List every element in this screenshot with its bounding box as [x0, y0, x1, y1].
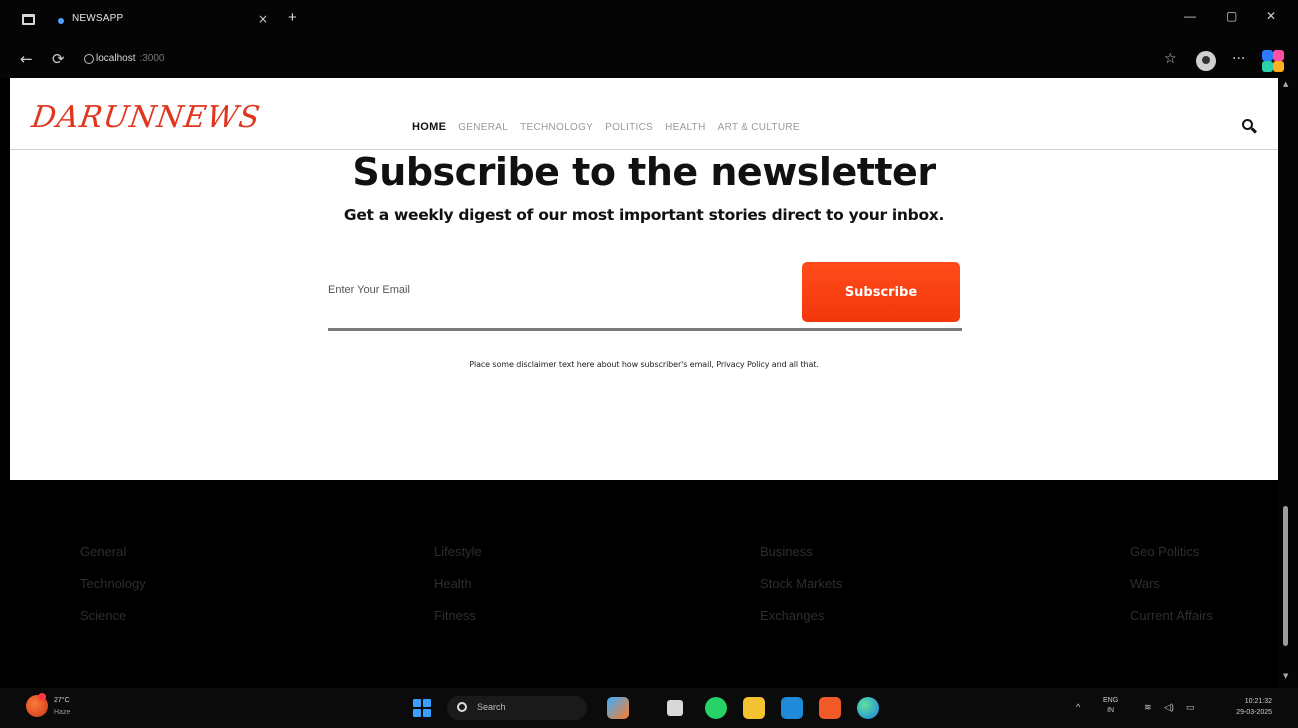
- profile-avatar[interactable]: [1196, 51, 1216, 71]
- notification-badge: [38, 693, 46, 701]
- nav-general[interactable]: GENERAL: [458, 122, 508, 133]
- desktop-screen: NEWSAPP × + — ▢ ✕ ← ⟳ localhost:3000 ☆ ·…: [0, 0, 1298, 728]
- footer-link-technology[interactable]: Technology: [80, 576, 146, 608]
- taskbar-app-vscode-icon[interactable]: [781, 697, 803, 719]
- close-window-button[interactable]: ✕: [1266, 9, 1276, 23]
- taskbar-app-snip-icon[interactable]: [607, 697, 629, 719]
- scrollbar-thumb[interactable]: [1283, 506, 1288, 646]
- back-icon[interactable]: ←: [20, 50, 33, 68]
- main-nav: HOME GENERAL TECHNOLOGY POLITICS HEALTH …: [412, 121, 800, 133]
- tab-close-icon[interactable]: ×: [258, 12, 268, 26]
- footer-link-exchanges[interactable]: Exchanges: [760, 608, 842, 640]
- weather-temperature: 27°C: [54, 697, 70, 704]
- scroll-up-icon[interactable]: ▲: [1283, 80, 1288, 88]
- page-scrollbar[interactable]: ▲ ▼: [1278, 78, 1298, 688]
- language-region: IN: [1107, 707, 1115, 714]
- maximize-button[interactable]: ▢: [1226, 9, 1237, 23]
- clock-time: 10:21:32: [1244, 698, 1272, 705]
- footer-link-fitness[interactable]: Fitness: [434, 608, 482, 640]
- browser-address-bar: ← ⟳ localhost:3000 ☆ ···: [0, 42, 1298, 78]
- newsletter-title: Subscribe to the newsletter: [352, 150, 936, 194]
- language-code: ENG: [1103, 697, 1119, 704]
- web-page: DARUNNEWS HOME GENERAL TECHNOLOGY POLITI…: [10, 78, 1278, 480]
- volume-icon[interactable]: ◁): [1164, 702, 1174, 713]
- tab-favicon-icon: [58, 18, 64, 24]
- taskbar-app-notes-icon[interactable]: [667, 700, 683, 716]
- more-menu-icon[interactable]: ···: [1232, 51, 1245, 67]
- taskbar-app-whatsapp-icon[interactable]: [705, 697, 727, 719]
- nav-health[interactable]: HEALTH: [665, 122, 706, 133]
- footer-link-stock-markets[interactable]: Stock Markets: [760, 576, 842, 608]
- footer-link-health[interactable]: Health: [434, 576, 482, 608]
- browser-tab[interactable]: NEWSAPP ×: [50, 8, 286, 34]
- footer-link-general[interactable]: General: [80, 544, 146, 576]
- footer-column-3: Business Stock Markets Exchanges: [760, 544, 842, 640]
- taskbar-app-xampp-icon[interactable]: [819, 697, 841, 719]
- footer-link-science[interactable]: Science: [80, 608, 146, 640]
- taskbar-search-label: Search: [477, 702, 506, 712]
- email-underline: [328, 328, 962, 331]
- footer-link-current-affairs[interactable]: Current Affairs: [1130, 608, 1213, 640]
- tab-actions-icon[interactable]: [22, 14, 35, 25]
- site-footer: General Technology Science Lifestyle Hea…: [10, 480, 1278, 688]
- nav-art-culture[interactable]: ART & CULTURE: [718, 122, 800, 133]
- search-icon: [457, 702, 467, 712]
- language-indicator[interactable]: ENG IN: [1103, 696, 1118, 716]
- wifi-icon[interactable]: ≋: [1144, 702, 1152, 713]
- url-field[interactable]: localhost:3000: [96, 53, 165, 64]
- subscribe-form: Subscribe: [328, 262, 962, 331]
- tab-title: NEWSAPP: [72, 13, 124, 24]
- reload-icon[interactable]: ⟳: [52, 50, 65, 68]
- disclaimer-text: Place some disclaimer text here about ho…: [469, 360, 819, 369]
- taskbar-app-edge-icon[interactable]: [857, 697, 879, 719]
- nav-technology[interactable]: TECHNOLOGY: [520, 122, 593, 133]
- search-icon[interactable]: [1242, 119, 1258, 135]
- nav-politics[interactable]: POLITICS: [605, 122, 653, 133]
- weather-description: Haze: [54, 709, 71, 716]
- footer-column-1: General Technology Science: [80, 544, 146, 640]
- scroll-down-icon[interactable]: ▼: [1283, 672, 1288, 680]
- minimize-button[interactable]: —: [1184, 9, 1196, 23]
- footer-link-lifestyle[interactable]: Lifestyle: [434, 544, 482, 576]
- subscribe-button[interactable]: Subscribe: [802, 262, 960, 322]
- site-info-icon[interactable]: [84, 54, 94, 64]
- battery-icon[interactable]: ▭: [1186, 702, 1195, 713]
- nav-home[interactable]: HOME: [412, 121, 446, 133]
- site-logo[interactable]: DARUNNEWS: [30, 100, 263, 135]
- url-port: :3000: [139, 53, 165, 64]
- footer-column-2: Lifestyle Health Fitness: [434, 544, 482, 640]
- footer-link-wars[interactable]: Wars: [1130, 576, 1213, 608]
- favorite-star-icon[interactable]: ☆: [1164, 51, 1177, 67]
- copilot-icon[interactable]: [1262, 50, 1284, 72]
- taskbar-app-file-explorer-icon[interactable]: [743, 697, 765, 719]
- footer-link-geo-politics[interactable]: Geo Politics: [1130, 544, 1213, 576]
- taskbar-clock[interactable]: 10:21:32 29-03-2025: [1218, 696, 1272, 718]
- tray-chevron-icon[interactable]: ^: [1076, 702, 1080, 712]
- url-host: localhost: [96, 53, 136, 64]
- footer-column-4: Geo Politics Wars Current Affairs: [1130, 544, 1213, 640]
- new-tab-button[interactable]: +: [288, 9, 297, 26]
- email-input[interactable]: [328, 272, 798, 308]
- windows-start-icon[interactable]: [413, 699, 431, 717]
- taskbar-search[interactable]: Search: [447, 696, 587, 720]
- browser-tab-bar: NEWSAPP × + — ▢ ✕: [0, 0, 1298, 42]
- site-header: DARUNNEWS HOME GENERAL TECHNOLOGY POLITI…: [10, 78, 1278, 150]
- windows-taskbar: 27°C Haze Search ^ ENG IN ≋ ◁) ▭ 10:21:3…: [0, 688, 1298, 728]
- clock-date: 29-03-2025: [1236, 709, 1272, 716]
- footer-link-business[interactable]: Business: [760, 544, 842, 576]
- newsletter-subtitle: Get a weekly digest of our most importan…: [343, 206, 945, 224]
